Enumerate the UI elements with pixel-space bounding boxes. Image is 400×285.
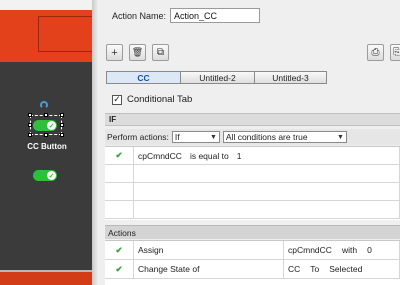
chevron-down-icon: ▼ [209,133,217,141]
condition-expression[interactable]: cpCmndCC is equal to 1 [134,147,400,164]
stage-canvas: ✓ CC Button ✓ [0,0,92,285]
empty-cell[interactable] [134,165,400,182]
action-target: cpCmndCC [288,245,332,255]
empty-cell [105,183,134,200]
resize-handle-tc[interactable] [44,113,48,117]
trash-icon: 🗑 [131,47,144,57]
toggle-check-icon: ✓ [47,121,56,130]
table-row[interactable]: ✔ Assign cpCmndCC with 0 [105,241,400,260]
chevron-down-icon: ▼ [336,133,344,141]
action-name-row: Action Name: [112,8,261,23]
rotate-handle-icon[interactable] [40,101,48,109]
empty-cell[interactable] [134,201,400,218]
action-type[interactable]: Change State of [134,260,284,278]
resize-handle-ml[interactable] [28,123,32,127]
plus-icon: + [111,46,118,59]
resize-handle-tl[interactable] [28,113,32,117]
cc-toggle-button[interactable]: ✓ [33,120,57,131]
perform-mode-value: If [174,132,180,142]
check-icon: ✔ [105,260,134,278]
action-value: Selected [329,264,363,274]
import-action-button[interactable]: ⎙ [367,44,384,61]
condition-operator: is equal to [189,150,229,161]
resize-handle-bl[interactable] [28,133,32,137]
perform-actions-row: Perform actions: If ▼ All conditions are… [105,129,400,145]
toggle-check-icon: ✓ [47,171,56,180]
resize-handle-mr[interactable] [60,123,64,127]
conditional-tab-row: ✓ Conditional Tab [112,94,192,105]
empty-cell[interactable] [134,183,400,200]
conditions-logic-dropdown[interactable]: All conditions are true ▼ [222,131,347,143]
conditions-table: ✔ cpCmndCC is equal to 1 [105,146,400,220]
if-section-header: IF [105,113,400,126]
action-type[interactable]: Assign [134,241,284,259]
delete-action-button[interactable]: 🗑 [129,44,146,61]
cc-button-label: CC Button [27,142,67,151]
action-with-label: To [310,264,320,274]
condition-variable: cpCmndCC [138,150,182,161]
cc-toggle-state-preview[interactable]: ✓ [33,170,57,181]
table-row[interactable] [105,165,400,183]
export-action-button[interactable]: ⎘ [390,44,400,61]
check-icon: ✔ [105,241,134,259]
tab-untitled-3[interactable]: Untitled-3 [254,71,327,84]
action-value: 0 [367,245,372,255]
actions-table: ✔ Assign cpCmndCC with 0 ✔ Change State … [105,240,400,285]
conditional-tab-checkbox[interactable]: ✓ [112,94,122,105]
stage-top-strip [0,0,92,10]
table-row[interactable]: ✔ Change State of CC To Selected [105,260,400,279]
tab-cc[interactable]: CC [106,71,181,84]
panel-shadow [92,0,98,285]
action-params[interactable]: cpCmndCC with 0 [284,241,400,259]
table-row[interactable]: ✔ cpCmndCC is equal to 1 [105,147,400,165]
empty-cell [105,165,134,182]
export-icon: ⎘ [393,47,400,58]
stage-dark-area [0,62,92,272]
conditional-tab-label: Conditional Tab [127,94,193,105]
perform-actions-label: Perform actions: [107,132,169,142]
add-action-button[interactable]: + [106,44,123,61]
empty-cell [105,201,134,218]
action-with-label: with [341,245,358,255]
action-name-input[interactable] [170,8,261,23]
perform-mode-dropdown[interactable]: If ▼ [171,131,220,143]
resize-handle-bc[interactable] [44,133,48,137]
table-row[interactable] [105,183,400,201]
conditions-logic-value: All conditions are true [225,132,308,142]
duplicate-icon: ⧉ [156,47,165,58]
import-icon: ⎙ [371,47,380,58]
stage-bottom-red-bar [0,272,92,285]
check-icon: ✔ [105,147,134,164]
resize-handle-tr[interactable] [60,113,64,117]
action-params[interactable]: CC To Selected [284,260,400,278]
resize-handle-br[interactable] [60,133,64,137]
tab-untitled-2[interactable]: Untitled-2 [180,71,255,84]
actions-section-header: Actions [105,225,400,239]
action-target: CC [288,264,301,274]
condition-value: 1 [236,150,242,161]
duplicate-action-button[interactable]: ⧉ [152,44,169,61]
action-name-label: Action Name: [112,10,167,21]
table-row[interactable] [105,201,400,219]
decision-tabs: CC Untitled-2 Untitled-3 [106,71,327,84]
stage-banner-box[interactable] [38,16,92,52]
